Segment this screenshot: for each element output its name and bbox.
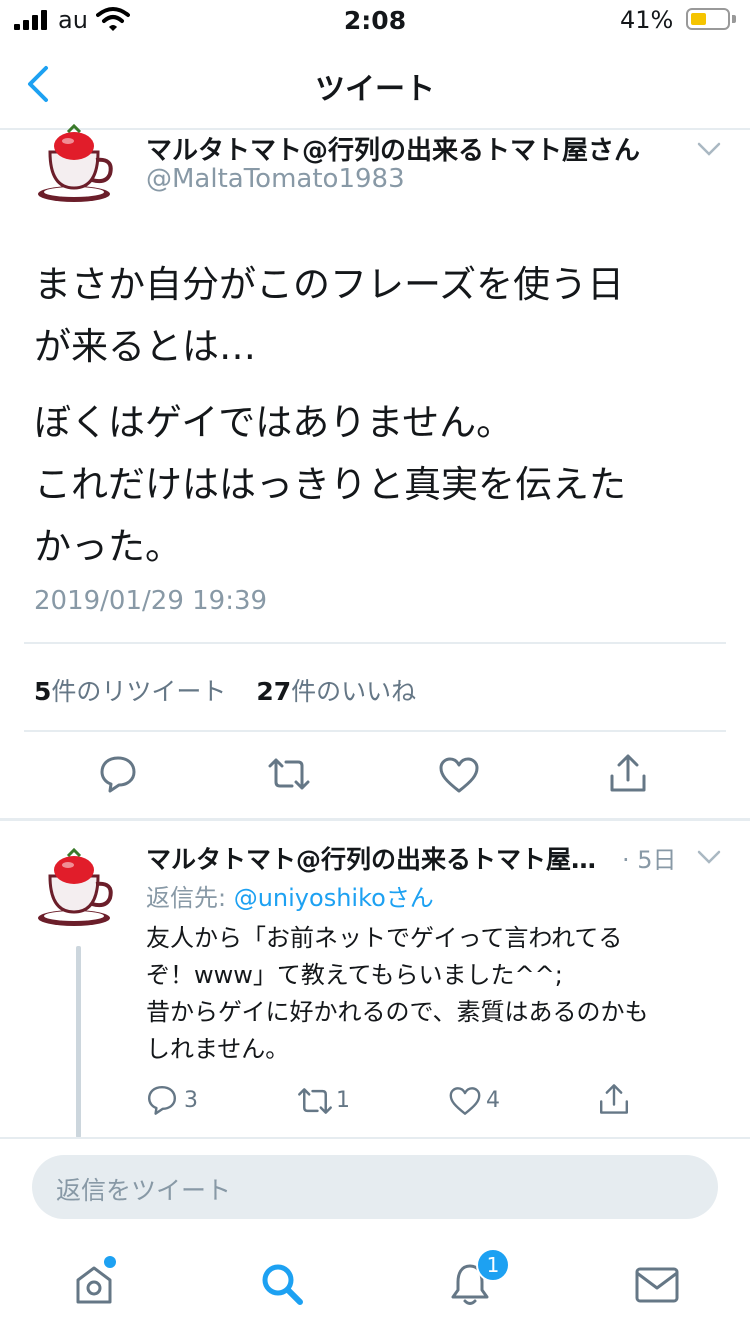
stats-divider-bottom	[24, 730, 726, 732]
reply-text: 友人から「お前ネットでゲイって言われてる ぞ！www」て教えてもらいました^^;…	[146, 920, 726, 1068]
stats-divider-top	[24, 642, 726, 644]
reply-to-label: 返信先:	[146, 884, 234, 912]
reply-share-icon[interactable]	[598, 1082, 630, 1116]
reply-like-count: 4	[486, 1088, 500, 1113]
reply-reply-icon[interactable]	[146, 1084, 178, 1116]
retweet-icon[interactable]	[266, 756, 312, 792]
reply-author-name[interactable]: マルタトマト@行列の出来るトマト屋…	[146, 840, 616, 876]
heart-icon[interactable]	[438, 756, 480, 794]
composer-placeholder[interactable]: 返信をツイート	[56, 1171, 231, 1207]
reply-avatar[interactable]	[36, 846, 122, 932]
reply-heart-icon[interactable]	[448, 1086, 482, 1116]
reply-age: · 5日	[622, 846, 677, 874]
reply-chevron-down-icon[interactable]	[696, 848, 722, 866]
tweet-line: ぼくはゲイではありません。	[34, 401, 514, 444]
retweet-count[interactable]: 5	[34, 677, 51, 706]
author-handle[interactable]: @MaltaTomato1983	[146, 164, 405, 194]
retweet-count-label[interactable]: 件のリツイート	[51, 677, 226, 706]
tweet-text: まさか自分がこのフレーズを使う日 が来るとは… ぼくはゲイではありません。 これ…	[34, 254, 724, 578]
reply-line: 昔からゲイに好かれるので、素質はあるのかも	[146, 998, 649, 1026]
tweet-divider	[0, 818, 750, 821]
reply-retweet-icon[interactable]	[296, 1086, 334, 1116]
like-count[interactable]: 27	[256, 677, 291, 706]
home-new-dot	[104, 1256, 116, 1268]
chevron-down-icon[interactable]	[696, 140, 722, 158]
status-bar: au 2:08 41%	[0, 0, 750, 40]
reply-reply-count: 3	[184, 1088, 198, 1113]
reply-line: しれません。	[146, 1035, 290, 1063]
reply-retweet-count: 1	[336, 1088, 350, 1113]
notification-badge-count: 1	[486, 1253, 500, 1277]
share-icon[interactable]	[608, 752, 648, 794]
tweet-line: かった。	[34, 525, 182, 568]
search-icon[interactable]	[258, 1260, 306, 1308]
reply-to-user-link[interactable]: @uniyoshiko	[234, 884, 386, 912]
reply-composer[interactable]: 返信をツイート	[32, 1155, 718, 1219]
reply-to-suffix[interactable]: さん	[386, 884, 434, 912]
avatar[interactable]	[36, 122, 122, 208]
reply-icon[interactable]	[98, 754, 138, 794]
reply-line: 友人から「お前ネットでゲイって言われてる	[146, 924, 623, 952]
battery-percent: 41%	[620, 6, 674, 34]
author-name[interactable]: マルタトマト@行列の出来るトマト屋さん	[146, 130, 666, 167]
tab-bar: 1	[0, 1240, 750, 1334]
composer-divider	[0, 1137, 750, 1139]
mail-icon[interactable]	[634, 1266, 680, 1304]
battery-tip	[732, 15, 736, 23]
reply-line: ぞ！www」て教えてもらいました^^;	[146, 961, 563, 989]
page-title: ツイート	[315, 72, 435, 107]
tweet-line: まさか自分がこのフレーズを使う日	[34, 263, 625, 306]
tweet-timestamp: 2019/01/29 19:39	[34, 586, 268, 616]
tweet-stats: 5件のリツイート 27件のいいね	[34, 672, 416, 708]
home-icon[interactable]	[72, 1262, 116, 1306]
notification-badge: 1	[476, 1248, 510, 1282]
nav-bar: ツイート	[0, 40, 750, 128]
reply-to: 返信先: @uniyoshikoさん	[146, 878, 434, 913]
thread-line	[76, 946, 81, 1138]
like-count-label[interactable]: 件のいいね	[291, 677, 416, 706]
battery-icon	[686, 8, 730, 30]
tweet-line: これだけははっきりと真実を伝えた	[34, 463, 626, 506]
tweet-line: が来るとは…	[34, 325, 256, 368]
